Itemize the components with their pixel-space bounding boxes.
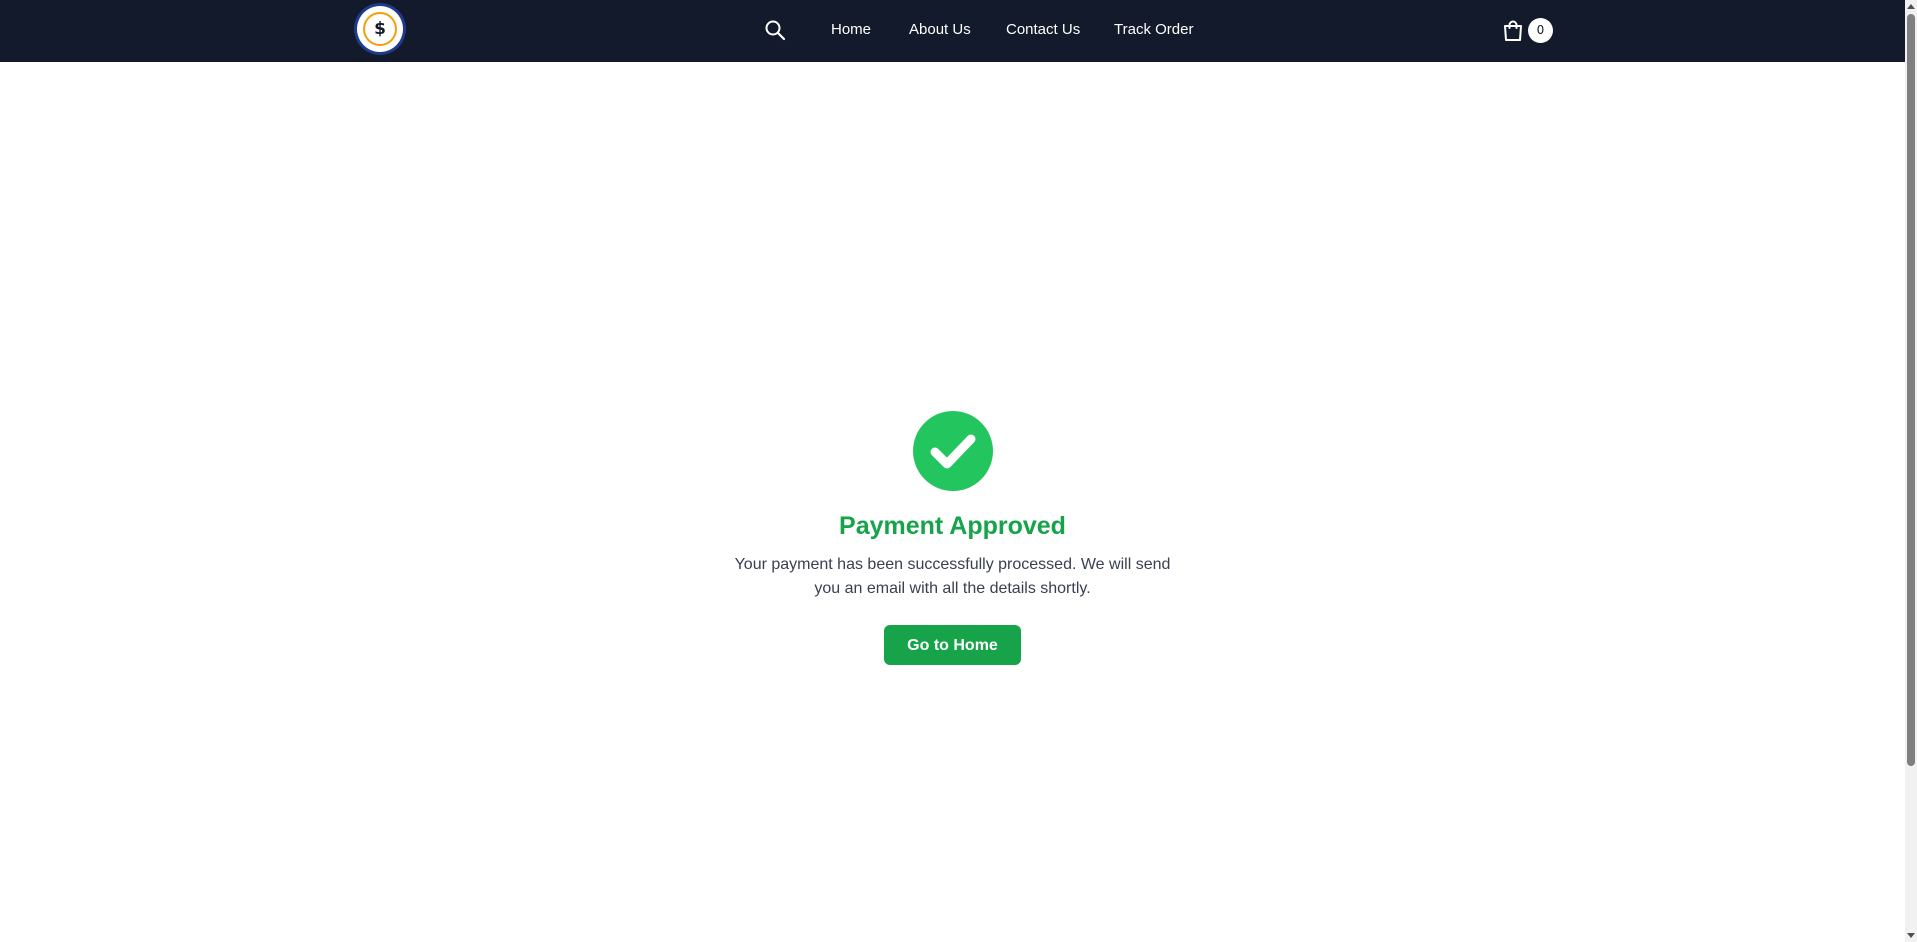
payment-status-title: Payment Approved (839, 512, 1066, 540)
payment-status-message: Your payment has been successfully proce… (734, 556, 1171, 597)
nav-link-about-us[interactable]: About Us (909, 20, 971, 40)
nav-link-track-order[interactable]: Track Order (1114, 20, 1193, 40)
nav-link-contact-us[interactable]: Contact Us (1006, 20, 1080, 40)
shopping-bag-icon[interactable] (1501, 19, 1525, 43)
page: $ Home About Us Contact Us Track Order 0… (0, 0, 1905, 942)
scrollbar-thumb[interactable] (1907, 14, 1915, 766)
search-icon[interactable] (763, 18, 787, 42)
cart-count-badge: 0 (1528, 18, 1553, 43)
logo-inner: $ (357, 6, 403, 52)
scroll-down-arrow-icon[interactable] (1907, 933, 1915, 938)
scroll-up-arrow-icon[interactable] (1907, 4, 1915, 9)
go-to-home-button[interactable]: Go to Home (884, 625, 1021, 665)
site-logo[interactable]: $ (354, 3, 406, 55)
top-navbar: $ Home About Us Contact Us Track Order 0 (0, 0, 1905, 62)
check-circle-icon (912, 411, 993, 491)
dollar-logo-icon: $ (363, 12, 397, 46)
vertical-scrollbar[interactable] (1905, 0, 1917, 942)
nav-link-home[interactable]: Home (831, 20, 871, 40)
payment-confirmation: Payment Approved Your payment has been s… (0, 411, 1905, 665)
